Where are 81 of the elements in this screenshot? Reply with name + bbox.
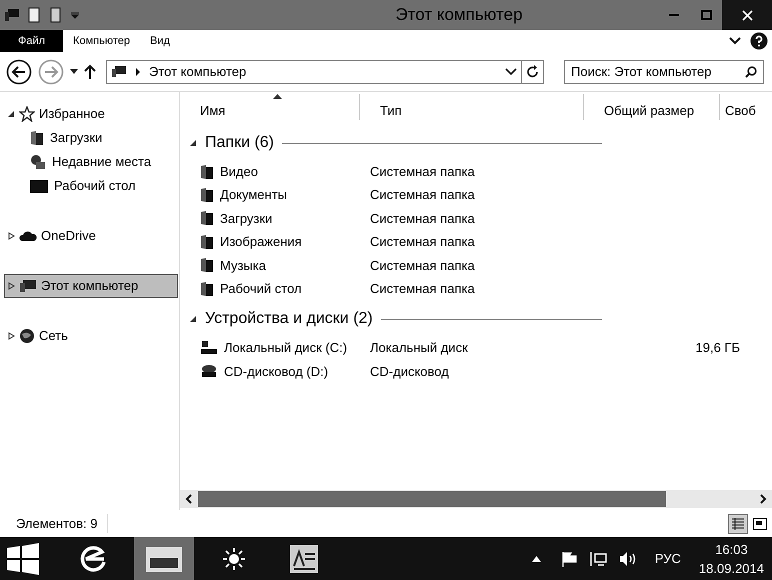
expanded-arrow-icon[interactable] [8, 110, 15, 118]
language-indicator[interactable]: РУС [654, 548, 681, 568]
address-bar[interactable]: Этот компьютер [106, 60, 544, 84]
collapsed-arrow-icon[interactable] [8, 282, 15, 290]
details-view-button[interactable] [728, 514, 748, 534]
taskbar-app[interactable] [134, 537, 194, 580]
nav-item[interactable]: Избранное [4, 102, 178, 126]
column-header[interactable]: Общий размер [584, 94, 720, 120]
item-type: Системная папка [370, 186, 476, 204]
network-icon[interactable] [588, 550, 607, 566]
nav-item[interactable]: Загрузки [4, 126, 179, 150]
cloud-icon [19, 230, 37, 242]
close-button[interactable] [722, 0, 772, 30]
scrollbar-thumb[interactable] [198, 491, 666, 507]
collapsed-arrow-icon[interactable] [8, 332, 15, 340]
item-name[interactable]: Изображения [220, 232, 302, 252]
column-header[interactable]: Тип [360, 94, 584, 120]
preview-pane-icon [753, 518, 767, 530]
places-icon [30, 154, 46, 170]
caret-icon[interactable] [70, 68, 78, 74]
sort-up-icon [273, 94, 282, 99]
sun-icon [223, 548, 245, 570]
item-type: Системная папка [370, 280, 476, 298]
item-type: Системная папка [370, 256, 476, 274]
window-title: Этот компьютер [394, 4, 524, 26]
close-icon [742, 10, 752, 20]
item-name[interactable]: Локальный диск (C:) [224, 338, 348, 358]
computer-icon [111, 65, 127, 78]
computer-icon[interactable] [4, 8, 20, 22]
nav-item[interactable]: Рабочий стол [4, 174, 179, 198]
expanded-arrow-icon[interactable] [190, 139, 197, 147]
ribbon-tab[interactable]: Вид [140, 30, 180, 52]
item-type: Системная папка [370, 162, 476, 181]
search-field[interactable]: Поиск: Этот компьютер [564, 60, 764, 84]
status-text: Элементов: 9 [16, 514, 108, 534]
expanded-arrow-icon[interactable] [190, 315, 197, 324]
ribbon-tab[interactable]: Файл [0, 30, 64, 52]
desktop-icon [30, 179, 48, 193]
collapsed-arrow-icon[interactable] [8, 232, 15, 240]
item-type: Системная папка [370, 233, 476, 252]
column-header[interactable]: Своб [720, 94, 764, 120]
flag-icon[interactable] [560, 550, 577, 566]
star-icon [19, 106, 35, 122]
chevron-down-icon[interactable] [505, 68, 517, 76]
item-type: Системная папка [370, 210, 476, 228]
nav-item[interactable]: Этот компьютер [4, 274, 178, 298]
group-header[interactable]: Папки (6) [205, 131, 274, 155]
address-path: Этот компьютер [149, 62, 248, 81]
item-name[interactable]: Документы [220, 185, 288, 205]
search-icon[interactable] [745, 66, 757, 78]
group-header[interactable]: Устройства и диски (2) [205, 307, 373, 332]
nav-item[interactable]: Недавние места [4, 150, 179, 174]
item-name[interactable]: Музыка [220, 256, 266, 275]
breadcrumb-arrow-icon [135, 68, 141, 76]
computer-icon [19, 279, 37, 293]
details-view-icon [731, 518, 745, 530]
document-icon [289, 544, 319, 574]
nav-item[interactable]: OneDrive [4, 224, 178, 248]
clock-time[interactable]: 16:03 [715, 540, 748, 558]
item-name[interactable]: Рабочий стол [220, 278, 302, 298]
item-type: CD-дисковод [370, 362, 450, 381]
horizontal-scrollbar[interactable] [180, 490, 772, 508]
nav-item[interactable]: Сеть [4, 324, 178, 348]
ribbon-tab[interactable]: Компьютер [63, 30, 140, 52]
drive-icon [200, 340, 218, 356]
globe-icon [19, 328, 35, 344]
clock-date[interactable]: 18.09.2014 [698, 558, 764, 578]
up-arrow-icon[interactable] [84, 64, 96, 80]
item-size: 19,6 ГБ [696, 340, 740, 356]
chevron-down-icon[interactable] [728, 36, 742, 46]
caret-up-icon[interactable] [532, 556, 541, 562]
help-icon[interactable] [750, 32, 768, 50]
disc-drive-icon [200, 363, 218, 380]
item-name[interactable]: Видео [220, 162, 258, 182]
dropdown-icon[interactable] [70, 10, 80, 20]
refresh-icon[interactable] [526, 65, 538, 78]
item-name[interactable]: CD-дисковод (D:) [224, 362, 328, 382]
start-icon[interactable] [6, 542, 40, 574]
column-header[interactable]: Имя [180, 94, 360, 120]
item-type: Локальный диск [370, 339, 469, 358]
item-name[interactable]: Загрузки [220, 208, 272, 228]
